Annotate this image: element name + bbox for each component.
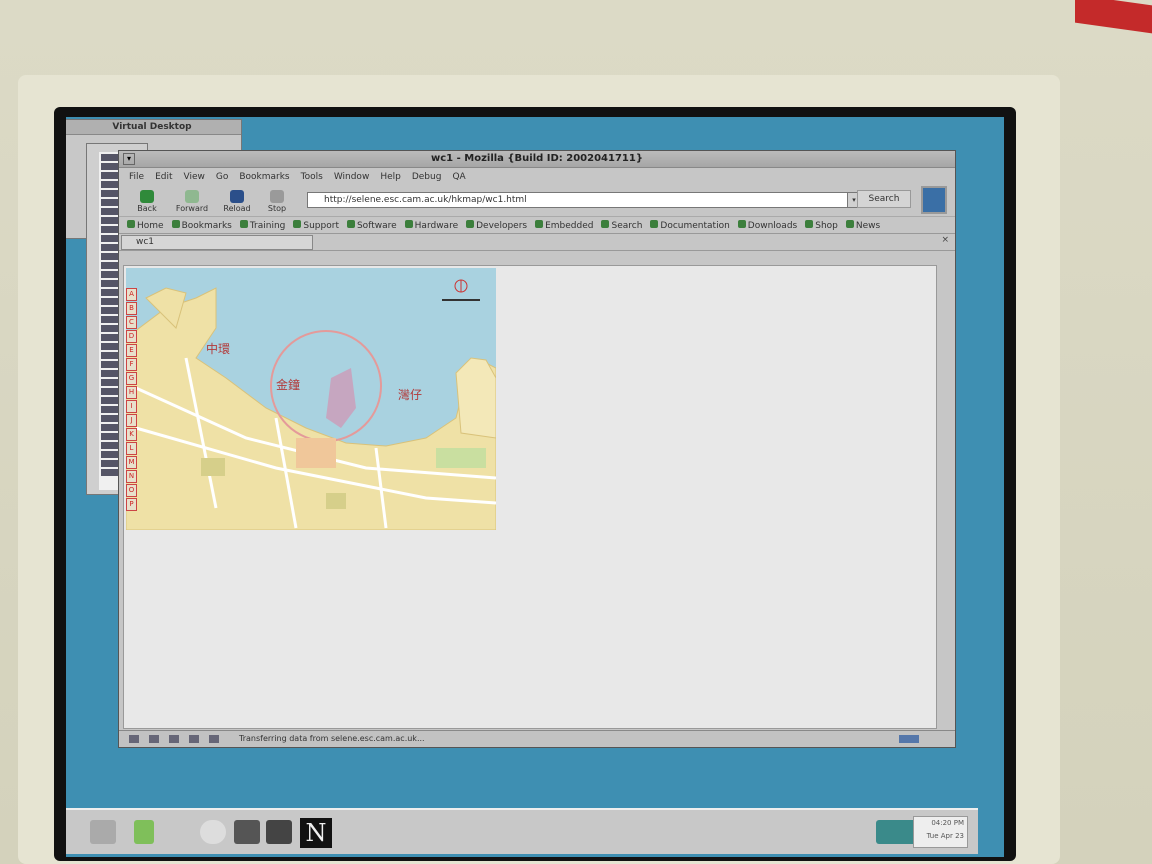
hong-kong-map[interactable]: A B C D E F G H I J K L M N O P 中環 金鐘 灣仔 xyxy=(126,268,496,530)
stop-button[interactable]: Stop xyxy=(257,189,297,213)
bookmark-search[interactable]: Search xyxy=(601,220,642,231)
bookmark-bookmarks[interactable]: Bookmarks xyxy=(172,220,232,231)
menu-help[interactable]: Help xyxy=(380,172,401,182)
security-lock-icon[interactable] xyxy=(899,735,919,743)
status-chat-icon[interactable] xyxy=(189,735,199,743)
menu-file[interactable]: File xyxy=(129,172,144,182)
desktop: Virtual Desktop ▾ wc1 - Mozilla {Build I… xyxy=(66,117,1004,857)
clock-time: 04:20 PM xyxy=(931,819,964,827)
forward-button[interactable]: Forward xyxy=(167,189,217,213)
window-title: wc1 - Mozilla {Build ID: 2002041711} xyxy=(431,153,643,164)
grid-letter[interactable]: O xyxy=(126,484,137,497)
grid-letter[interactable]: E xyxy=(126,344,137,357)
mozilla-window[interactable]: ▾ wc1 - Mozilla {Build ID: 2002041711} F… xyxy=(118,150,956,748)
grid-letter[interactable]: L xyxy=(126,442,137,455)
menu-bookmarks[interactable]: Bookmarks xyxy=(239,172,289,182)
forward-arrow-icon xyxy=(185,189,199,203)
personal-toolbar: Home Bookmarks Training Support Software… xyxy=(119,216,955,233)
grid-letter[interactable]: I xyxy=(126,400,137,413)
bookmark-shop[interactable]: Shop xyxy=(805,220,838,231)
forward-label: Forward xyxy=(175,203,209,213)
netscape-launcher[interactable]: N xyxy=(300,818,332,848)
grid-letter[interactable]: N xyxy=(126,470,137,483)
tab-wc1[interactable]: wc1 xyxy=(121,235,313,250)
system-status-icon[interactable] xyxy=(134,820,154,844)
grid-letter[interactable]: B xyxy=(126,302,137,315)
bookmark-home[interactable]: Home xyxy=(127,220,164,231)
stop-icon xyxy=(270,189,284,203)
tab-close-icon[interactable]: × xyxy=(941,235,949,245)
menu-tools[interactable]: Tools xyxy=(301,172,323,182)
compass-icon xyxy=(438,278,484,309)
menubar: File Edit View Go Bookmarks Tools Window… xyxy=(119,168,955,186)
bookmark-software[interactable]: Software xyxy=(347,220,397,231)
window-titlebar[interactable]: ▾ wc1 - Mozilla {Build ID: 2002041711} xyxy=(119,151,955,168)
grid-letter[interactable]: F xyxy=(126,358,137,371)
status-mail-icon[interactable] xyxy=(149,735,159,743)
navigation-toolbar: Back Forward Reload Stop http://selene.e… xyxy=(119,186,955,216)
clock-date: Tue Apr 23 xyxy=(926,832,964,840)
grid-letter[interactable]: C xyxy=(126,316,137,329)
bookmark-downloads[interactable]: Downloads xyxy=(738,220,797,231)
throbber-icon[interactable] xyxy=(921,186,947,214)
grid-letter[interactable]: D xyxy=(126,330,137,343)
status-bar: Transferring data from selene.esc.cam.ac… xyxy=(119,730,955,747)
bookmark-news[interactable]: News xyxy=(846,220,880,231)
toolchest-icon[interactable] xyxy=(90,820,116,844)
status-message: Transferring data from selene.esc.cam.ac… xyxy=(239,734,425,743)
reload-button[interactable]: Reload xyxy=(217,189,257,213)
bookmark-developers[interactable]: Developers xyxy=(466,220,527,231)
menu-window[interactable]: Window xyxy=(334,172,370,182)
page-content: A B C D E F G H I J K L M N O P 中環 金鐘 灣仔 xyxy=(123,265,937,729)
grid-letter[interactable]: P xyxy=(126,498,137,511)
grid-letter[interactable]: K xyxy=(126,428,137,441)
back-button[interactable]: Back xyxy=(127,189,167,213)
stop-label: Stop xyxy=(267,203,287,213)
status-edit-icon[interactable] xyxy=(169,735,179,743)
taskbar: N 04:20 PM Tue Apr 23 xyxy=(66,808,978,854)
search-button[interactable]: Search xyxy=(857,190,911,208)
status-nav-icon[interactable] xyxy=(129,735,139,743)
help-icon[interactable] xyxy=(200,820,226,844)
bookmark-support[interactable]: Support xyxy=(293,220,339,231)
status-address-icon[interactable] xyxy=(209,735,219,743)
reload-icon xyxy=(230,189,244,203)
clock[interactable]: 04:20 PM Tue Apr 23 xyxy=(913,816,968,848)
map-label-admiralty: 金鐘 xyxy=(276,378,301,392)
grid-letter[interactable]: J xyxy=(126,414,137,427)
bookmark-embedded[interactable]: Embedded xyxy=(535,220,593,231)
back-arrow-icon xyxy=(140,189,154,203)
menu-debug[interactable]: Debug xyxy=(412,172,442,182)
url-input[interactable]: http://selene.esc.cam.ac.uk/hkmap/wc1.ht… xyxy=(307,192,865,208)
grid-letter[interactable]: M xyxy=(126,456,137,469)
menu-go[interactable]: Go xyxy=(216,172,228,182)
menu-view[interactable]: View xyxy=(184,172,205,182)
tab-bar: wc1 × xyxy=(119,233,955,251)
virtual-desktop-title: Virtual Desktop xyxy=(66,120,241,135)
menu-qa[interactable]: QA xyxy=(452,172,465,182)
menu-edit[interactable]: Edit xyxy=(155,172,172,182)
map-grid-letters: A B C D E F G H I J K L M N O P xyxy=(126,288,137,512)
back-label: Back xyxy=(137,203,157,213)
grid-letter[interactable]: H xyxy=(126,386,137,399)
toolbox-icon[interactable] xyxy=(266,820,292,844)
desktop-icon[interactable] xyxy=(234,820,260,844)
reload-label: Reload xyxy=(223,203,251,213)
bookmark-documentation[interactable]: Documentation xyxy=(650,220,729,231)
bookmark-training[interactable]: Training xyxy=(240,220,286,231)
audio-panel-icon[interactable] xyxy=(876,820,916,844)
grid-letter[interactable]: A xyxy=(126,288,137,301)
map-label-central: 中環 xyxy=(206,342,231,356)
map-label-wanchai: 灣仔 xyxy=(398,388,423,402)
bookmark-hardware[interactable]: Hardware xyxy=(405,220,458,231)
grid-letter[interactable]: G xyxy=(126,372,137,385)
